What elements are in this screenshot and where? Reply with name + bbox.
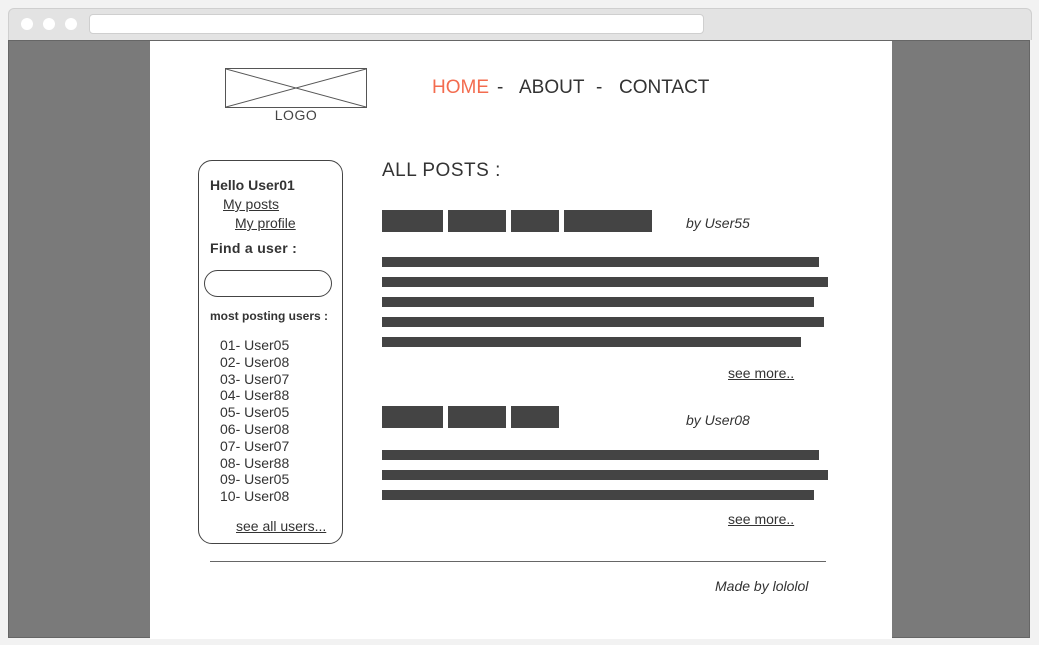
see-more-link[interactable]: see more.. bbox=[728, 365, 794, 381]
post-text-placeholder-line bbox=[382, 297, 814, 307]
all-posts-heading: ALL POSTS : bbox=[382, 160, 501, 181]
top-user-item[interactable]: 01- User05 bbox=[220, 337, 289, 354]
post-text-placeholder-line bbox=[382, 470, 828, 480]
nav-home-link[interactable]: HOME bbox=[432, 77, 489, 98]
footer-credit: Made by lololol bbox=[715, 578, 809, 594]
top-user-item[interactable]: 08- User88 bbox=[220, 455, 289, 472]
top-user-item[interactable]: 05- User05 bbox=[220, 404, 289, 421]
top-user-item[interactable]: 02- User08 bbox=[220, 354, 289, 371]
top-user-item[interactable]: 10- User08 bbox=[220, 488, 289, 505]
post-text-placeholder-line bbox=[382, 337, 801, 347]
post-title-placeholder-bar[interactable] bbox=[382, 406, 443, 428]
top-users-list: 01- User05 02- User08 03- User07 04- Use… bbox=[220, 337, 289, 505]
post-title-placeholder-bar[interactable] bbox=[511, 210, 559, 232]
nav-contact-link[interactable]: CONTACT bbox=[619, 77, 709, 98]
logo-image-placeholder[interactable] bbox=[225, 68, 367, 108]
my-profile-link[interactable]: My profile bbox=[235, 215, 296, 231]
top-user-item[interactable]: 04- User88 bbox=[220, 387, 289, 404]
post-author: by User55 bbox=[686, 215, 750, 231]
post-title-placeholder-bar[interactable] bbox=[448, 406, 506, 428]
greeting-text: Hello User01 bbox=[210, 177, 295, 193]
post-author: by User08 bbox=[686, 412, 750, 428]
web-page: LOGO HOME - ABOUT - CONTACT Hello User01… bbox=[150, 41, 892, 639]
post-text-placeholder-line bbox=[382, 490, 814, 500]
post-text-placeholder-line bbox=[382, 317, 824, 327]
find-user-input[interactable] bbox=[204, 270, 332, 297]
see-more-link[interactable]: see more.. bbox=[728, 511, 794, 527]
nav-home[interactable]: HOME bbox=[432, 77, 489, 99]
window-maximize-dot[interactable] bbox=[65, 18, 77, 30]
nav-contact[interactable]: CONTACT bbox=[619, 77, 709, 99]
most-posting-heading: most posting users : bbox=[210, 309, 329, 323]
nav-separator: - bbox=[497, 77, 504, 98]
browser-chrome bbox=[8, 8, 1032, 40]
nav-separator: - bbox=[596, 77, 603, 98]
my-posts-link[interactable]: My posts bbox=[223, 196, 279, 212]
window-close-dot[interactable] bbox=[21, 18, 33, 30]
top-user-item[interactable]: 09- User05 bbox=[220, 471, 289, 488]
post-title-placeholder-bar[interactable] bbox=[382, 210, 443, 232]
top-user-item[interactable]: 06- User08 bbox=[220, 421, 289, 438]
post-text-placeholder-line bbox=[382, 277, 828, 287]
post-text-placeholder-line bbox=[382, 450, 819, 460]
nav-about[interactable]: ABOUT bbox=[519, 77, 584, 99]
browser-viewport: LOGO HOME - ABOUT - CONTACT Hello User01… bbox=[8, 40, 1030, 639]
post-title-placeholder-bar[interactable] bbox=[564, 210, 652, 232]
top-user-item[interactable]: 07- User07 bbox=[220, 438, 289, 455]
address-bar[interactable] bbox=[89, 14, 704, 34]
find-user-label: Find a user : bbox=[210, 240, 298, 256]
image-placeholder-icon bbox=[226, 69, 366, 107]
post-title-placeholder-bar[interactable] bbox=[448, 210, 506, 232]
footer-divider bbox=[210, 561, 826, 562]
post-text-placeholder-line bbox=[382, 257, 819, 267]
user-sidebar: Hello User01 My posts My profile Find a … bbox=[198, 160, 343, 544]
post-title-placeholder-bar[interactable] bbox=[511, 406, 559, 428]
see-all-users-link[interactable]: see all users... bbox=[236, 518, 326, 534]
top-user-item[interactable]: 03- User07 bbox=[220, 371, 289, 388]
window-minimize-dot[interactable] bbox=[43, 18, 55, 30]
nav-about-link[interactable]: ABOUT bbox=[519, 77, 584, 98]
logo-label: LOGO bbox=[274, 107, 318, 123]
